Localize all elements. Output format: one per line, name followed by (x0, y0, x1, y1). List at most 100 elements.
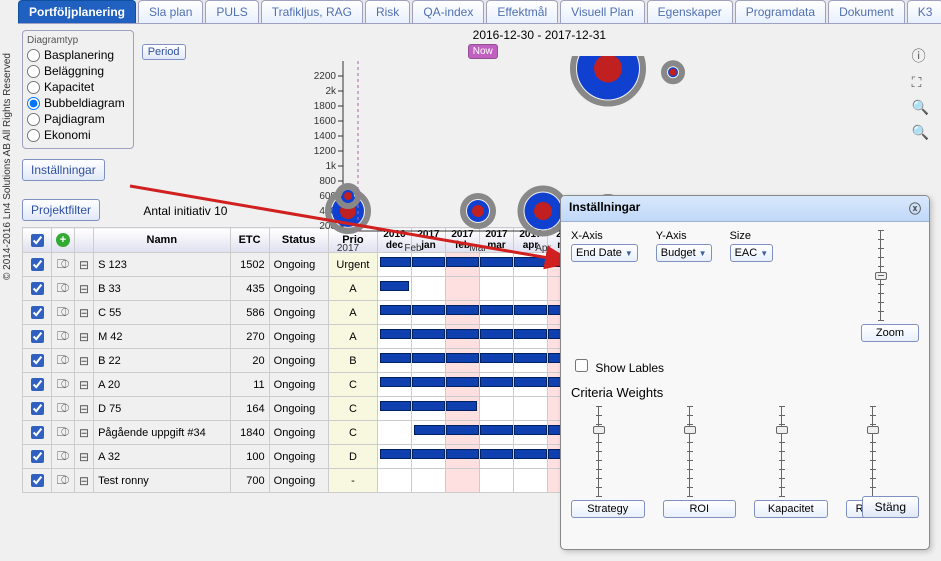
cell-name: D 75 (94, 397, 230, 421)
close-button[interactable]: Stäng (862, 496, 919, 518)
hierarchy-icon[interactable]: ⎄ (57, 305, 70, 319)
hierarchy-icon[interactable]: ⎄ (57, 377, 70, 391)
row-checkbox[interactable] (31, 306, 44, 319)
row-checkbox[interactable] (31, 330, 44, 343)
row-checkbox[interactable] (31, 258, 44, 271)
table-row[interactable]: ⎄⊟A 32100OngoingD (23, 445, 582, 469)
radio-label-beläggning: Beläggning (44, 64, 104, 78)
table-row[interactable]: ⎄⊟Test ronny700Ongoing- (23, 469, 582, 493)
criteria-label: ROI (663, 500, 737, 518)
expand-icon[interactable]: ⊟ (79, 306, 89, 320)
zoom-in-icon[interactable]: 🔍 (912, 99, 929, 116)
gantt-cell (446, 325, 480, 349)
table-row[interactable]: ⎄⊟A 2011OngoingC (23, 373, 582, 397)
gantt-cell (378, 397, 412, 421)
radio-beläggning[interactable] (27, 65, 40, 78)
y-axis-select[interactable]: Budget (656, 244, 712, 262)
expand-icon[interactable]: ⊟ (79, 258, 89, 272)
x-axis-select[interactable]: End Date (571, 244, 638, 262)
table-row[interactable]: ⎄⊟B 2220OngoingB (23, 349, 582, 373)
gantt-cell (446, 469, 480, 493)
tab-egenskaper[interactable]: Egenskaper (647, 0, 733, 23)
hierarchy-icon[interactable]: ⎄ (57, 449, 70, 463)
row-checkbox[interactable] (31, 426, 44, 439)
row-checkbox[interactable] (31, 402, 44, 415)
slider-regulatory[interactable] (872, 406, 892, 496)
gantt-cell (446, 301, 480, 325)
tab-dokument[interactable]: Dokument (828, 0, 905, 23)
hierarchy-icon[interactable]: ⎄ (57, 401, 70, 415)
expand-icon[interactable]: ⊟ (79, 450, 89, 464)
tab-qa-index[interactable]: QA-index (412, 0, 484, 23)
tab-sla-plan[interactable]: Sla plan (138, 0, 203, 23)
expand-icon[interactable]: ⊟ (79, 330, 89, 344)
cell-status: Ongoing (269, 445, 328, 469)
tab-programdata[interactable]: Programdata (735, 0, 826, 23)
expand-icon[interactable]: ⊟ (79, 354, 89, 368)
row-checkbox[interactable] (31, 354, 44, 367)
cell-status: Ongoing (269, 421, 328, 445)
table-row[interactable]: ⎄⊟B 33435OngoingA (23, 277, 582, 301)
tab-k3[interactable]: K3 (907, 0, 941, 23)
table-row[interactable]: ⎄⊟D 75164OngoingC (23, 397, 582, 421)
radio-bubbeldiagram[interactable] (27, 97, 40, 110)
row-checkbox[interactable] (31, 474, 44, 487)
row-checkbox[interactable] (31, 450, 44, 463)
zoom-slider[interactable] (880, 230, 900, 320)
add-icon[interactable]: + (56, 233, 70, 247)
criteria-weights-title: Criteria Weights (571, 385, 919, 400)
criteria-label: Strategy (571, 500, 645, 518)
main-tabs: PortföljplaneringSla planPULSTrafikljus,… (18, 0, 941, 24)
radio-ekonomi[interactable] (27, 129, 40, 142)
expand-icon[interactable]: ⊟ (79, 378, 89, 392)
tab-visuell-plan[interactable]: Visuell Plan (560, 0, 644, 23)
fullscreen-icon[interactable]: ⛶ (912, 74, 929, 91)
gantt-cell (378, 349, 412, 373)
table-row[interactable]: ⎄⊟Pågående uppgift #341840OngoingC (23, 421, 582, 445)
help-icon[interactable]: ⓘ (912, 46, 929, 66)
hierarchy-icon[interactable]: ⎄ (57, 353, 70, 367)
hierarchy-icon[interactable]: ⎄ (57, 257, 70, 271)
table-row[interactable]: ⎄⊟C 55586OngoingA (23, 301, 582, 325)
gantt-cell (514, 421, 548, 445)
project-filter-button[interactable]: Projektfilter (22, 199, 100, 221)
expand-icon[interactable]: ⊟ (79, 426, 89, 440)
tab-effektm-l[interactable]: Effektmål (486, 0, 558, 23)
slider-strategy[interactable] (598, 406, 618, 496)
hierarchy-icon[interactable]: ⎄ (57, 473, 70, 487)
show-labels-checkbox[interactable] (575, 359, 588, 372)
tab-puls[interactable]: PULS (205, 0, 258, 23)
radio-basplanering[interactable] (27, 49, 40, 62)
cell-status: Ongoing (269, 469, 328, 493)
expand-icon[interactable]: ⊟ (79, 282, 89, 296)
hierarchy-icon[interactable]: ⎄ (57, 425, 70, 439)
criteria-label: Kapacitet (754, 500, 828, 518)
tab-trafikljus-rag[interactable]: Trafikljus, RAG (261, 0, 363, 23)
select-all-checkbox[interactable] (31, 234, 44, 247)
row-checkbox[interactable] (31, 378, 44, 391)
radio-kapacitet[interactable] (27, 81, 40, 94)
slider-kapacitet[interactable] (781, 406, 801, 496)
gantt-cell (446, 397, 480, 421)
bubble-chart: 2016-12-30 - 2017-12-31 Period Now 20040… (138, 26, 941, 181)
settings-button[interactable]: Inställningar (22, 159, 105, 181)
expand-icon[interactable]: ⊟ (79, 474, 89, 488)
hierarchy-icon[interactable]: ⎄ (57, 329, 70, 343)
cell-name: B 33 (94, 277, 230, 301)
tab-risk[interactable]: Risk (365, 0, 410, 23)
cell-name: C 55 (94, 301, 230, 325)
gantt-cell (412, 373, 446, 397)
close-icon[interactable]: ⓧ (909, 200, 921, 217)
slider-roi[interactable] (689, 406, 709, 496)
size-select[interactable]: EAC (730, 244, 774, 262)
hierarchy-icon[interactable]: ⎄ (57, 281, 70, 295)
zoom-out-icon[interactable]: 🔍 (912, 124, 929, 141)
gantt-cell (412, 397, 446, 421)
gantt-cell (412, 421, 446, 445)
expand-icon[interactable]: ⊟ (79, 402, 89, 416)
radio-pajdiagram[interactable] (27, 113, 40, 126)
tab-portf-ljplanering[interactable]: Portföljplanering (18, 0, 136, 23)
cell-name: M 42 (94, 325, 230, 349)
row-checkbox[interactable] (31, 282, 44, 295)
table-row[interactable]: ⎄⊟M 42270OngoingA (23, 325, 582, 349)
